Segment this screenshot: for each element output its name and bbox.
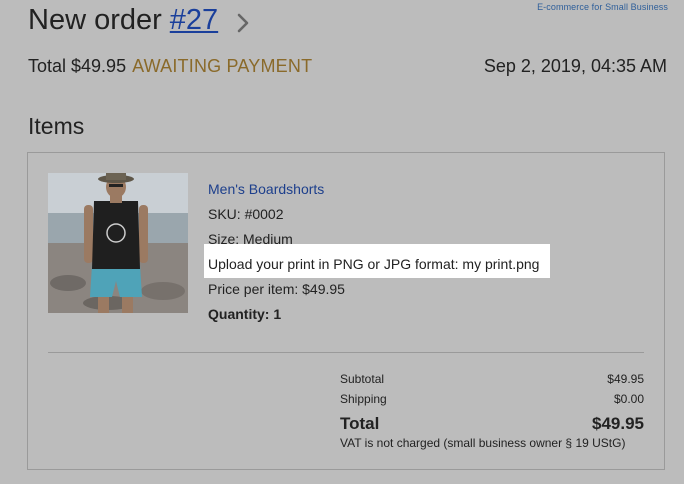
items-panel: Men's Boardshorts SKU: #0002 Size: Mediu… [27,152,665,470]
vat-note: VAT is not charged (small business owner… [340,436,626,450]
shipping-value: $0.00 [613,392,644,406]
subtotal-label: Subtotal [340,372,385,386]
order-total-status: Total $49.95 AWAITING PAYMENT [28,56,312,77]
total-label: Total [340,414,380,433]
product-quantity: Quantity: 1 [208,306,282,322]
total-value: $49.95 [592,414,644,433]
product-name-link[interactable]: Men's Boardshorts [208,181,324,197]
order-number-link[interactable]: #27 [170,4,218,37]
page-title: New order #27 [28,4,254,37]
product-details: Men's Boardshorts SKU: #0002 Size: Mediu… [208,179,539,329]
product-option-upload: Upload your print in PNG or JPG format: … [208,256,540,272]
order-date: Sep 2, 2019, 04:35 AM [483,56,667,76]
divider [48,352,644,353]
product-price: Price per item: $49.95 [208,281,345,297]
product-sku: SKU: #0002 [208,206,284,222]
status-badge: AWAITING PAYMENT [132,56,313,76]
subtotal-value: $49.95 [607,372,644,386]
order-totals: Subtotal $49.95 Shipping $0.00 Total $49… [340,371,644,450]
order-total: Total $49.95 [28,56,127,76]
shipping-row: Shipping $0.00 [340,391,644,411]
product-image [48,173,188,313]
chevron-right-icon[interactable] [232,12,254,34]
order-meta: Total $49.95 AWAITING PAYMENT Sep 2, 2019… [28,56,667,77]
page-title-text: New order [28,4,162,36]
items-heading: Items [28,113,85,139]
total-row: Total $49.95 [340,412,644,436]
product-size: Size: Medium [208,231,293,247]
brand-tagline: E-commerce for Small Business [537,2,668,12]
shipping-label: Shipping [340,392,387,406]
subtotal-row: Subtotal $49.95 [340,371,644,391]
